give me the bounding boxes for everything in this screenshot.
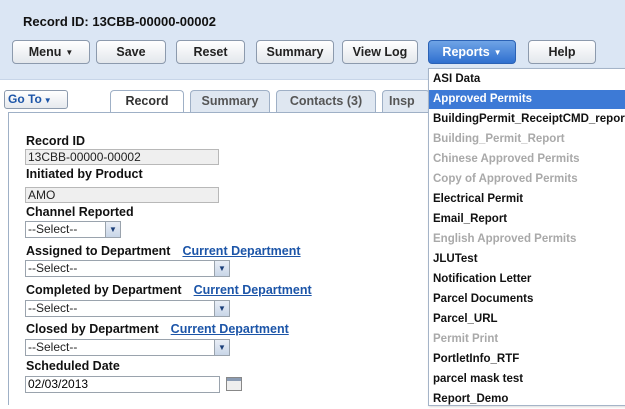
- chevron-down-icon: ▼: [214, 340, 229, 355]
- report-menu-item: English Approved Permits: [433, 233, 577, 245]
- goto-label: Go To: [8, 92, 42, 106]
- report-menu-item[interactable]: PortletInfo_RTF: [429, 350, 625, 369]
- assigned-current-dept-link[interactable]: Current Department: [182, 244, 300, 258]
- tab-summary[interactable]: Summary: [190, 90, 270, 112]
- assigned-dept-label-text: Assigned to Department: [26, 244, 171, 258]
- scheduled-date-label: Scheduled Date: [26, 359, 120, 373]
- tab-contacts[interactable]: Contacts (3): [276, 90, 376, 112]
- report-menu-item: Copy of Approved Permits: [433, 173, 578, 185]
- report-menu-item[interactable]: parcel mask test: [429, 370, 625, 389]
- reports-dropdown-menu: ASI Data Approved Permits BuildingPermit_R…: [428, 68, 625, 406]
- reports-button-label: Reports: [442, 45, 490, 59]
- menu-button-label: Menu: [28, 45, 62, 59]
- calendar-icon[interactable]: [226, 377, 242, 391]
- record-title: Record ID: 13CBB-00000-00002: [23, 14, 216, 29]
- assigned-dept-label: Assigned to Department Current Department: [26, 244, 301, 258]
- tab-inspections[interactable]: Insp: [382, 90, 430, 112]
- chevron-down-icon: ▼: [65, 47, 74, 57]
- record-id-label: Record ID: [26, 134, 86, 148]
- reports-button[interactable]: Reports ▼: [428, 40, 516, 64]
- completed-current-dept-link[interactable]: Current Department: [194, 283, 312, 297]
- summary-button[interactable]: Summary: [256, 40, 334, 64]
- report-menu-item[interactable]: BuildingPermit_ReceiptCMD_report: [429, 110, 625, 129]
- initiated-by-label: Initiated by Product: [26, 167, 143, 181]
- completed-dept-value: --Select--: [28, 301, 78, 315]
- channel-reported-value: --Select--: [28, 222, 78, 236]
- report-menu-item: Permit Print: [433, 333, 499, 345]
- report-menu-item[interactable]: Email_Report: [429, 210, 625, 229]
- chevron-down-icon: ▼: [493, 47, 502, 57]
- completed-dept-label-text: Completed by Department: [26, 283, 182, 297]
- report-menu-item[interactable]: JLUTest: [429, 250, 625, 269]
- chevron-down-icon: ▼: [105, 222, 120, 237]
- menu-button[interactable]: Menu ▼: [12, 40, 90, 64]
- tab-record[interactable]: Record: [110, 90, 184, 113]
- help-button[interactable]: Help: [528, 40, 596, 64]
- report-menu-item: Building_Permit_Report: [433, 133, 565, 145]
- chevron-down-icon: ▼: [214, 261, 229, 276]
- closed-dept-value: --Select--: [28, 340, 78, 354]
- report-menu-item: Chinese Approved Permits: [433, 153, 580, 165]
- chevron-down-icon: ▼: [214, 301, 229, 316]
- closed-dept-select[interactable]: --Select-- ▼: [25, 339, 230, 356]
- goto-button[interactable]: Go To ▼: [4, 90, 68, 109]
- assigned-dept-select[interactable]: --Select-- ▼: [25, 260, 230, 277]
- report-menu-item[interactable]: Approved Permits: [429, 90, 625, 109]
- reset-button[interactable]: Reset: [176, 40, 245, 64]
- report-menu-item[interactable]: Parcel_URL: [429, 310, 625, 329]
- scheduled-date-input[interactable]: 02/03/2013: [25, 376, 220, 393]
- channel-reported-label: Channel Reported: [26, 205, 134, 219]
- report-menu-item[interactable]: Parcel Documents: [429, 290, 625, 309]
- save-button[interactable]: Save: [96, 40, 166, 64]
- report-menu-item[interactable]: Report_Demo: [429, 390, 625, 409]
- report-menu-item[interactable]: ASI Data: [429, 70, 625, 89]
- record-id-field: 13CBB-00000-00002: [25, 149, 219, 165]
- closed-dept-label-text: Closed by Department: [26, 322, 159, 336]
- initiated-by-field: AMO: [25, 187, 219, 203]
- completed-dept-label: Completed by Department Current Departmen…: [26, 283, 312, 297]
- channel-reported-select[interactable]: --Select-- ▼: [25, 221, 121, 238]
- view-log-button[interactable]: View Log: [342, 40, 418, 64]
- report-menu-item[interactable]: Electrical Permit: [429, 190, 625, 209]
- closed-current-dept-link[interactable]: Current Department: [171, 322, 289, 336]
- assigned-dept-value: --Select--: [28, 261, 78, 275]
- completed-dept-select[interactable]: --Select-- ▼: [25, 300, 230, 317]
- closed-dept-label: Closed by Department Current Department: [26, 322, 289, 336]
- chevron-down-icon: ▼: [43, 96, 52, 105]
- report-menu-item[interactable]: Notification Letter: [429, 270, 625, 289]
